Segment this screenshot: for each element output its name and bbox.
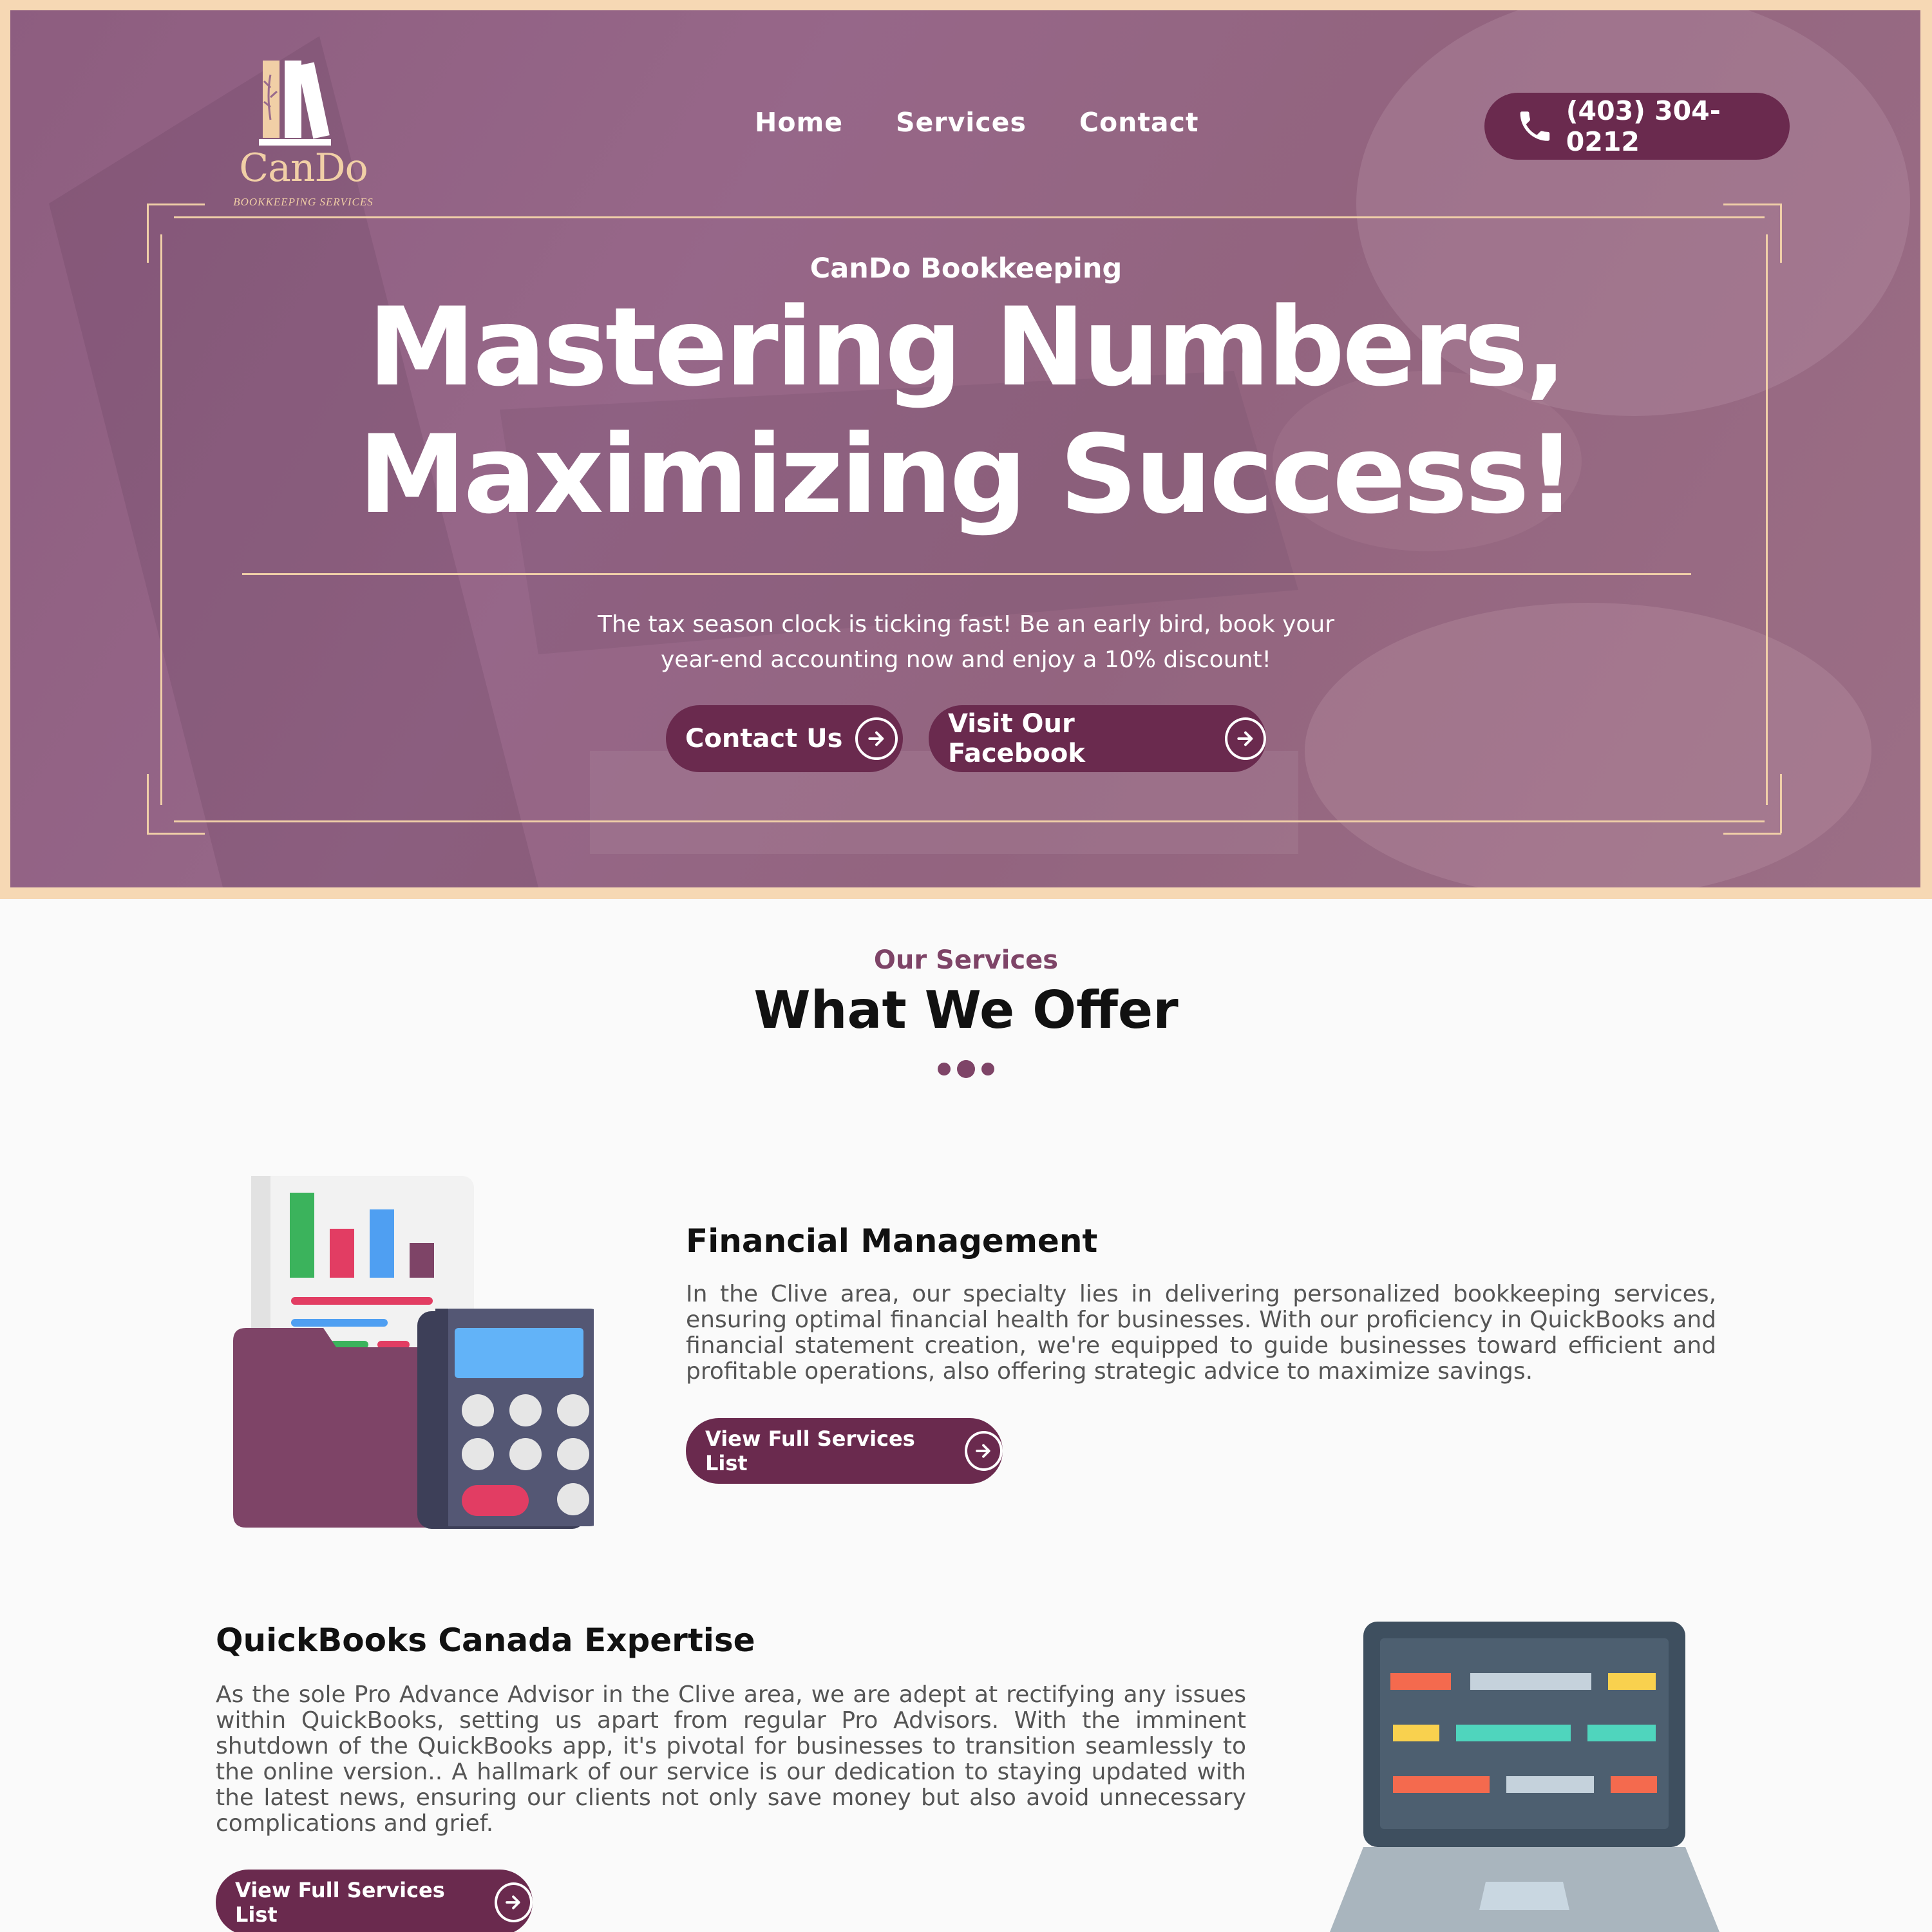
view-services-label: View Full Services List (235, 1878, 445, 1927)
service-description: As the sole Pro Advance Advisor in the C… (216, 1681, 1246, 1837)
logo-wordmark: CanDo (239, 146, 368, 191)
laptop-code-icon (1330, 1622, 1719, 1932)
service-title: QuickBooks Canada Expertise (216, 1622, 755, 1659)
nav-contact[interactable]: Contact (1079, 107, 1199, 138)
folder-calculator-chart-icon (233, 1176, 594, 1529)
visit-facebook-button[interactable]: Visit Our Facebook (929, 705, 1266, 772)
contact-us-label: Contact Us (685, 724, 843, 753)
phone-button[interactable]: (403) 304-0212 (1484, 93, 1790, 160)
service-title: Financial Management (686, 1222, 1098, 1260)
arrow-right-circle-icon (494, 1882, 533, 1922)
view-services-label: View Full Services List (705, 1426, 915, 1475)
main-nav: Home Services Contact (755, 107, 1199, 138)
visit-facebook-label: Visit Our Facebook (948, 709, 1086, 768)
arrow-right-circle-icon (1224, 717, 1266, 760)
services-title: What We Offer (753, 980, 1179, 1040)
nav-services[interactable]: Services (896, 107, 1027, 138)
nav-home[interactable]: Home (755, 107, 843, 138)
hero-subtitle: The tax season clock is ticking fast! Be… (597, 611, 1335, 673)
view-services-button[interactable]: View Full Services List (216, 1870, 533, 1932)
hero-headline: Mastering Numbers, Maximizing Success! (0, 283, 1932, 538)
hero-headline-line2: Maximizing Success! (358, 412, 1576, 538)
contact-us-button[interactable]: Contact Us (666, 705, 903, 772)
hero-section: CanDo BOOKKEEPING SERVICES Home Services… (0, 0, 1932, 899)
view-services-button[interactable]: View Full Services List (686, 1418, 1003, 1484)
phone-icon (1520, 111, 1550, 141)
phone-number: (403) 304-0212 (1566, 95, 1721, 157)
hero-eyebrow: CanDo Bookkeeping (810, 252, 1122, 285)
section-divider-dots (938, 1059, 996, 1078)
brand-logo[interactable]: CanDo BOOKKEEPING SERVICES (229, 49, 377, 216)
service-description: In the Clive area, our specialty lies in… (686, 1281, 1716, 1385)
arrow-right-circle-icon (964, 1431, 1003, 1471)
books-logo-icon (259, 61, 331, 146)
arrow-right-circle-icon (855, 717, 898, 760)
hero-headline-line1: Mastering Numbers, (368, 284, 1567, 410)
logo-tagline: BOOKKEEPING SERVICES (233, 196, 374, 208)
services-eyebrow: Our Services (873, 945, 1059, 975)
